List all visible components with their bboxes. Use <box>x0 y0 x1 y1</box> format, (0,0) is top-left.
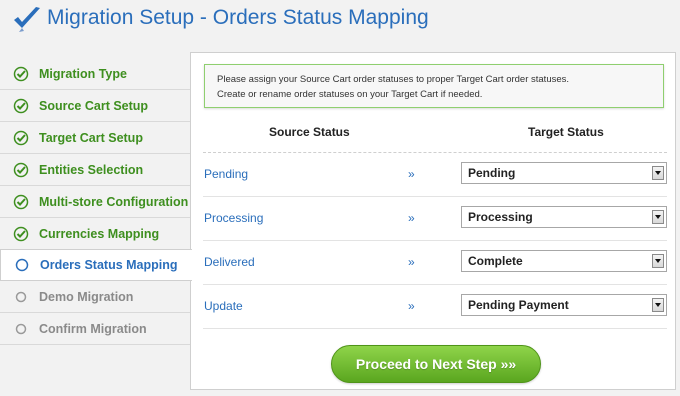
sidebar-item-confirm-migration[interactable]: Confirm Migration <box>0 313 190 345</box>
target-status-select[interactable]: Pending <box>461 162 667 184</box>
sidebar-item-orders-status-mapping[interactable]: Orders Status Mapping <box>0 249 192 281</box>
sidebar-item-label: Confirm Migration <box>39 321 147 336</box>
mapping-row: Update » Pending Payment <box>203 285 667 329</box>
circle-icon <box>13 289 29 305</box>
check-circle-icon <box>13 194 29 210</box>
mapping-arrow: » <box>408 299 415 313</box>
header: Migration Setup - Orders Status Mapping <box>0 0 680 42</box>
chevron-down-icon[interactable] <box>652 210 664 224</box>
info-notice: Please assign your Source Cart order sta… <box>204 64 664 108</box>
source-status: Delivered <box>204 255 255 269</box>
source-status-header: Source Status <box>269 125 350 139</box>
sidebar-item-label: Migration Type <box>39 66 127 81</box>
sidebar-item-entities-selection[interactable]: Entities Selection <box>0 154 190 186</box>
check-circle-icon <box>13 98 29 114</box>
check-circle-icon <box>13 130 29 146</box>
sidebar-item-migration-type[interactable]: Migration Type <box>0 58 190 90</box>
notice-line: Create or rename order statuses on your … <box>217 89 483 100</box>
sidebar-item-label: Demo Migration <box>39 289 134 304</box>
proceed-next-step-button[interactable]: Proceed to Next Step »» <box>331 345 541 383</box>
circle-icon <box>13 321 29 337</box>
source-status: Pending <box>204 167 249 181</box>
mapping-row: Processing » Processing <box>203 197 667 241</box>
target-status-header: Target Status <box>528 125 604 139</box>
chevron-down-icon[interactable] <box>652 254 664 268</box>
checkmark-logo-icon <box>14 7 40 32</box>
check-circle-icon <box>13 226 29 242</box>
sidebar: Migration Type Source Cart Setup Target … <box>0 58 192 345</box>
check-circle-icon <box>13 66 29 82</box>
sidebar-item-label: Target Cart Setup <box>39 130 143 145</box>
mapping-arrow: » <box>408 211 415 225</box>
selected-value: Pending Payment <box>468 298 569 312</box>
target-status-select[interactable]: Processing <box>461 206 667 228</box>
sidebar-item-label: Currencies Mapping <box>39 226 160 241</box>
mapping-row: Delivered » Complete <box>203 241 667 285</box>
sidebar-item-label: Source Cart Setup <box>39 98 149 113</box>
mapping-row: Pending » Pending <box>203 153 667 197</box>
main-panel: Please assign your Source Cart order sta… <box>190 52 676 390</box>
sidebar-item-target-cart-setup[interactable]: Target Cart Setup <box>0 122 190 154</box>
circle-icon <box>14 257 30 273</box>
page-title: Migration Setup - Orders Status Mapping <box>47 6 429 29</box>
target-status-select[interactable]: Complete <box>461 250 667 272</box>
sidebar-item-label: Multi-store Configuration <box>39 194 189 209</box>
mapping-arrow: » <box>408 167 415 181</box>
target-status-select[interactable]: Pending Payment <box>461 294 667 316</box>
sidebar-item-label: Orders Status Mapping <box>40 258 178 272</box>
notice-line: Please assign your Source Cart order sta… <box>217 74 570 85</box>
chevron-down-icon[interactable] <box>652 298 664 312</box>
sidebar-item-source-cart-setup[interactable]: Source Cart Setup <box>0 90 190 122</box>
source-status: Update <box>204 299 243 313</box>
selected-value: Processing <box>468 210 533 224</box>
sidebar-item-label: Entities Selection <box>39 162 144 177</box>
selected-value: Pending <box>468 166 516 180</box>
source-status: Processing <box>204 211 264 225</box>
sidebar-item-currencies-mapping[interactable]: Currencies Mapping <box>0 218 190 250</box>
mapping-arrow: » <box>408 255 415 269</box>
sidebar-item-demo-migration[interactable]: Demo Migration <box>0 281 190 313</box>
selected-value: Complete <box>468 254 523 268</box>
sidebar-item-multi-store-configuration[interactable]: Multi-store Configuration <box>0 186 190 218</box>
check-circle-icon <box>13 162 29 178</box>
chevron-down-icon[interactable] <box>652 166 664 180</box>
